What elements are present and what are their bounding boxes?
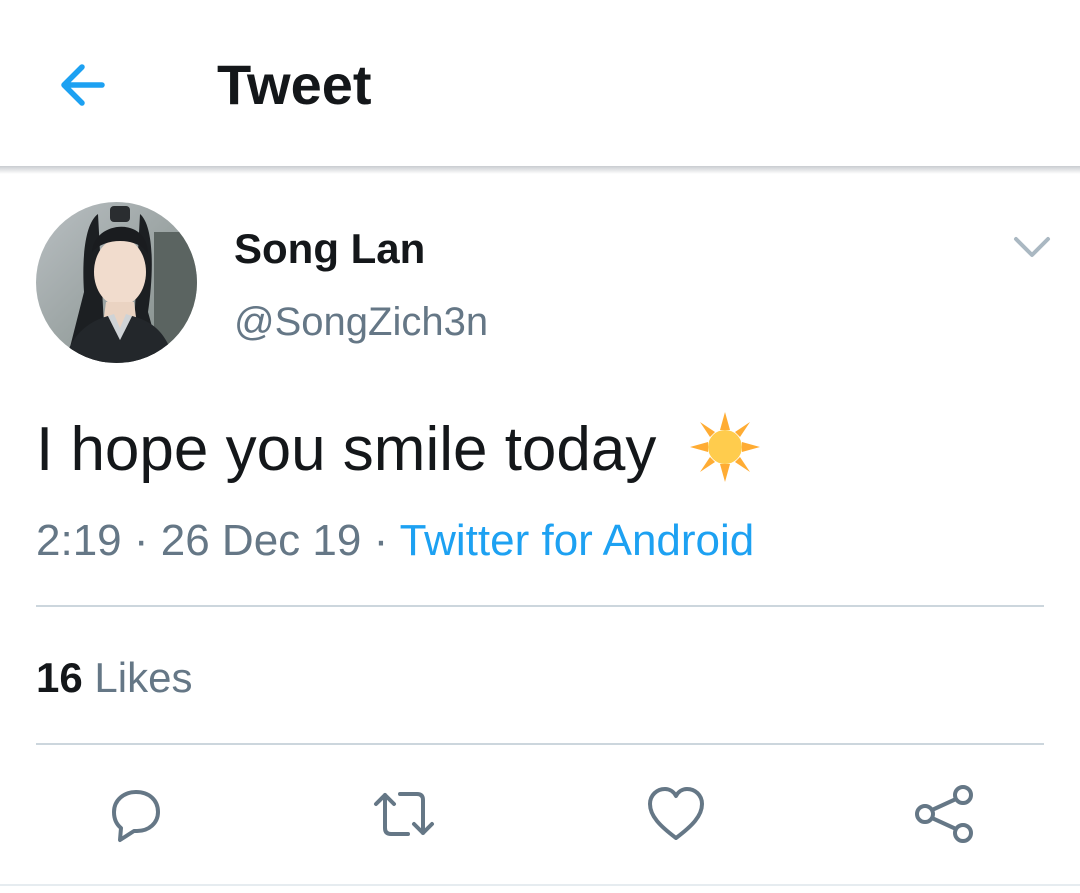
tweet-options-button[interactable]	[1010, 230, 1054, 264]
arrow-left-icon	[61, 64, 105, 106]
header-divider	[0, 166, 1080, 174]
share-button[interactable]	[912, 782, 976, 846]
likes-label: Likes	[94, 654, 193, 701]
like-button[interactable]	[644, 782, 708, 846]
avatar[interactable]	[36, 202, 197, 363]
divider	[36, 605, 1044, 607]
meta-separator: ·	[373, 516, 389, 565]
chevron-down-icon	[1014, 237, 1050, 257]
likes-link[interactable]: 16 Likes	[36, 653, 192, 703]
reply-icon	[112, 790, 160, 842]
page-title: Tweet	[217, 53, 372, 116]
author-handle[interactable]: @SongZich3n	[234, 298, 488, 346]
heart-icon	[648, 787, 704, 840]
divider	[36, 743, 1044, 745]
back-button[interactable]	[52, 57, 116, 113]
retweet-icon	[374, 792, 434, 836]
tweet-body: I hope you smile today	[36, 415, 657, 484]
reply-button[interactable]	[104, 782, 168, 846]
retweet-button[interactable]	[372, 782, 436, 846]
share-icon	[915, 785, 973, 843]
author-name[interactable]: Song Lan	[234, 224, 425, 274]
tweet-text: I hope you smile today	[36, 410, 762, 488]
tweet-time: 2:19	[36, 516, 122, 565]
tweet-source-link[interactable]: Twitter for Android	[400, 516, 755, 565]
likes-count: 16	[36, 654, 83, 701]
sun-icon	[688, 410, 762, 484]
bottom-divider	[0, 884, 1080, 886]
tweet-meta: 2:19 · 26 Dec 19 · Twitter for Android	[36, 514, 754, 568]
tweet-date: 26 Dec 19	[160, 516, 362, 565]
app-header: Tweet	[0, 0, 1080, 168]
meta-separator: ·	[133, 516, 149, 565]
